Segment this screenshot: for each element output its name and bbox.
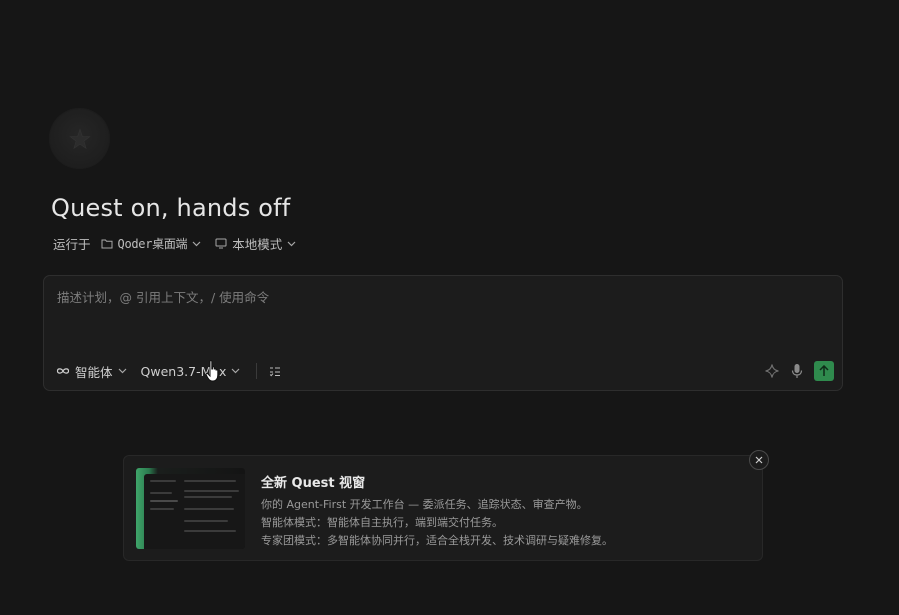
prompt-input[interactable]: 描述计划，@ 引用上下文，/ 使用命令	[57, 287, 269, 306]
banner-line: 你的 Agent-First 开发工作台 — 委派任务、追踪状态、审查产物。	[261, 498, 588, 511]
chevron-down-icon	[118, 368, 126, 374]
run-context-bar: 运行于 Qoder桌面端 本地模式	[53, 234, 310, 253]
task-list-button[interactable]	[269, 366, 281, 377]
infinity-icon	[56, 368, 70, 374]
sparkle-icon[interactable]	[764, 363, 780, 379]
thumbnail-window	[144, 474, 245, 549]
send-button[interactable]	[814, 361, 834, 381]
chevron-down-icon	[232, 368, 240, 374]
prompt-composer[interactable]: 描述计划，@ 引用上下文，/ 使用命令 智能体 Qwen3.7-Max	[43, 275, 843, 391]
close-icon	[755, 456, 763, 464]
banner-thumbnail	[136, 468, 245, 549]
banner-line: 智能体模式：智能体自主执行，端到端交付任务。	[261, 516, 503, 529]
toolbar-divider	[256, 363, 258, 379]
model-selector[interactable]: Qwen3.7-Max	[141, 364, 241, 379]
monitor-icon	[215, 238, 227, 249]
folder-selector[interactable]: Qoder桌面端	[101, 235, 202, 252]
chevron-down-icon	[287, 241, 296, 246]
agent-mode-label: 智能体	[75, 364, 113, 380]
folder-name: Qoder桌面端	[117, 237, 188, 251]
quest-home: Quest on, hands off 运行于 Qoder桌面端 本地模式 描述…	[0, 0, 899, 615]
arrow-up-icon	[819, 365, 829, 376]
composer-actions	[764, 361, 834, 381]
hand-pointer-cursor-icon	[205, 360, 219, 382]
banner-line: 专家团模式：多智能体协同并行，适合全栈开发、技术调研与疑难修复。	[261, 534, 613, 547]
banner-close-button[interactable]	[749, 450, 769, 470]
mode-name: 本地模式	[232, 237, 283, 252]
feature-banner[interactable]: 全新 Quest 视窗 你的 Agent-First 开发工作台 — 委派任务、…	[123, 455, 763, 561]
quest-logo-icon	[49, 108, 110, 169]
banner-title: 全新 Quest 视窗	[261, 476, 366, 491]
chevron-down-icon	[192, 241, 201, 246]
agent-mode-selector[interactable]: 智能体	[56, 362, 127, 381]
star-icon	[68, 127, 91, 149]
run-on-label: 运行于	[53, 237, 91, 252]
mode-selector[interactable]: 本地模式	[215, 234, 296, 253]
folder-icon	[101, 239, 113, 249]
microphone-icon[interactable]	[790, 363, 804, 379]
composer-toolbar: 智能体 Qwen3.7-Max	[56, 360, 834, 382]
task-list-icon	[270, 366, 281, 376]
page-title: Quest on, hands off	[51, 194, 291, 222]
